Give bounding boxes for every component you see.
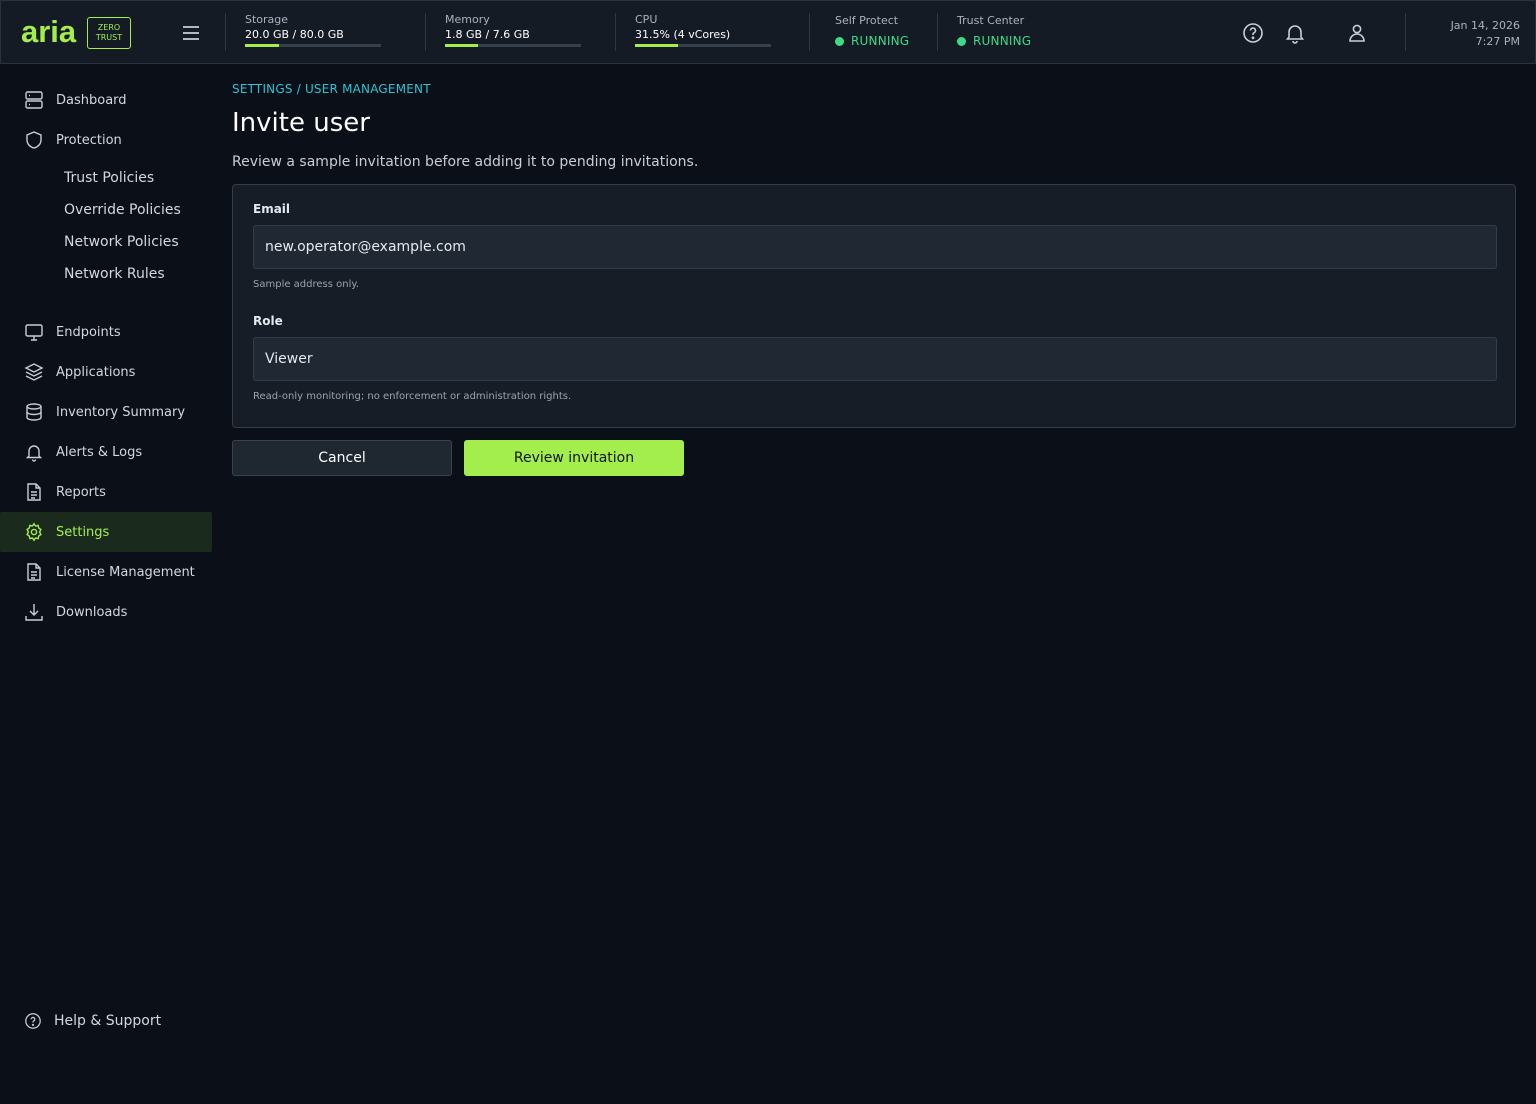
trust-center-value: RUNNING [973,34,1032,48]
memory-bar-fill [445,44,478,47]
invite-form-card: Email Sample address only. Role Read-onl… [232,184,1516,428]
top-bar: aria ZERO TRUST Storage 20.0 GB / 80.0 G… [0,0,1536,64]
email-field[interactable] [253,225,1497,269]
sidebar-item-protection[interactable]: Protection [0,120,212,160]
storage-value: 20.0 GB / 80.0 GB [245,28,344,41]
storage-bar [245,44,381,47]
badge-line-2: TRUST [95,33,123,42]
date: Jan 14, 2026 [1450,19,1520,32]
sidebar-item-license-management[interactable]: License Management [0,552,212,592]
monitor-icon [24,322,44,342]
sidebar-item-label: Reports [56,484,106,500]
sidebar-item-reports[interactable]: Reports [0,472,212,512]
status-dot-icon [835,36,844,46]
help-circle-icon[interactable] [1241,21,1265,45]
server-icon [24,90,44,110]
file-text-icon [24,482,44,502]
help-circle-icon [24,1012,42,1030]
self-protect-label: Self Protect [835,14,899,27]
time: 7:27 PM [1475,35,1520,48]
role-field[interactable] [253,337,1497,381]
bell-icon [24,442,44,462]
sidebar-subitem-network-policies[interactable]: Network Policies [64,233,179,251]
status-dot-icon [957,36,966,46]
sidebar-item-label: Alerts & Logs [56,444,143,460]
zero-trust-badge: ZERO TRUST [87,17,131,49]
cpu-bar-fill [635,44,678,47]
email-label: Email [253,202,291,216]
download-icon [24,602,44,622]
file-text-icon [24,562,44,582]
cancel-button[interactable]: Cancel [232,440,452,476]
sidebar-item-dashboard[interactable]: Dashboard [0,80,212,120]
divider [809,13,810,51]
datetime: Jan 14, 2026 7:27 PM [1451,18,1520,50]
trust-center-status: Trust Center RUNNING [957,14,1031,48]
storage-metric: Storage 20.0 GB / 80.0 GB [245,13,381,47]
help-support-label: Help & Support [54,1013,162,1029]
cpu-label: CPU [635,13,658,26]
badge-line-1: ZERO [97,23,121,32]
page-title: Invite user [232,108,370,138]
sidebar-item-inventory-summary[interactable]: Inventory Summary [0,392,212,432]
divider [425,13,426,51]
memory-label: Memory [445,13,490,26]
sidebar-subitem-override-policies[interactable]: Override Policies [64,201,181,219]
cpu-value: 31.5% (4 vCores) [635,28,731,41]
divider [1405,13,1406,51]
page-subtitle: Review a sample invitation before adding… [232,154,699,170]
sidebar-item-downloads[interactable]: Downloads [0,592,212,632]
layers-icon [24,362,44,382]
sidebar-item-alerts-logs[interactable]: Alerts & Logs [0,432,212,472]
role-help-text: Read-only monitoring; no enforcement or … [253,391,572,402]
sidebar-subitem-network-rules[interactable]: Network Rules [64,265,165,283]
sidebar-item-label: Settings [56,524,110,540]
database-icon [24,402,44,422]
divider [225,13,226,51]
sidebar-subitem-trust-policies[interactable]: Trust Policies [64,169,154,187]
sidebar-item-label: Endpoints [56,324,121,340]
sidebar-item-label: Downloads [56,604,128,620]
shield-icon [24,130,44,150]
divider [615,13,616,51]
memory-bar [445,44,581,47]
self-protect-status: Self Protect RUNNING [835,14,909,48]
memory-metric: Memory 1.8 GB / 7.6 GB [445,13,581,47]
logo: aria [21,14,77,49]
sidebar-item-endpoints[interactable]: Endpoints [0,312,212,352]
divider [937,13,938,51]
help-support-link[interactable]: Help & Support [24,1012,161,1030]
sidebar-item-label: Dashboard [56,92,127,108]
cpu-metric: CPU 31.5% (4 vCores) [635,13,771,47]
sidebar-item-label: License Management [56,564,195,580]
trust-center-label: Trust Center [957,14,1025,27]
self-protect-value: RUNNING [851,34,910,48]
sidebar-item-label: Protection [56,132,122,148]
role-label: Role [253,314,283,328]
menu-icon[interactable] [179,23,203,43]
gear-icon [24,522,44,542]
breadcrumb[interactable]: SETTINGS / USER MANAGEMENT [232,82,431,96]
cpu-bar [635,44,771,47]
sidebar-item-label: Inventory Summary [56,404,186,420]
sidebar-item-label: Applications [56,364,136,380]
memory-value: 1.8 GB / 7.6 GB [445,28,530,41]
storage-bar-fill [245,44,279,47]
bell-icon[interactable] [1283,21,1307,45]
email-help-text: Sample address only. [253,279,360,290]
sidebar-item-applications[interactable]: Applications [0,352,212,392]
sidebar-item-settings[interactable]: Settings [0,512,212,552]
user-icon[interactable] [1345,21,1369,45]
review-invitation-button[interactable]: Review invitation [464,440,684,476]
storage-label: Storage [245,13,289,26]
